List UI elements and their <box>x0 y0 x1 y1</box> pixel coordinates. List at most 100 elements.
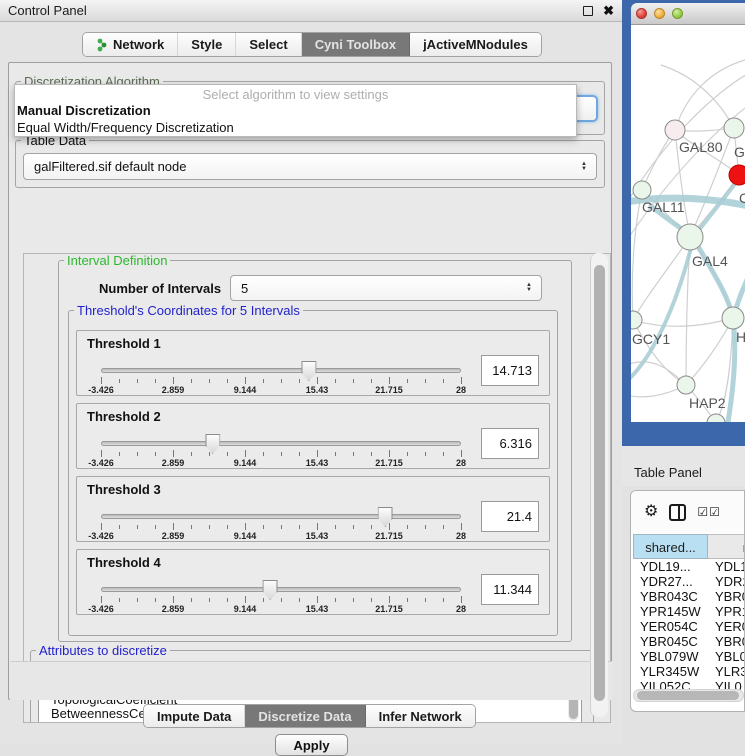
tick-label: 9.144 <box>234 385 257 395</box>
network-edge-highlighted[interactable] <box>694 239 733 317</box>
network-node-gal11[interactable] <box>633 181 651 199</box>
close-traffic-light-icon[interactable] <box>636 8 647 19</box>
table-data-value: galFiltered.sif default node <box>34 159 186 174</box>
cyni-content-box: Discretization Algorithm Table Data galF… <box>8 62 612 700</box>
apply-button[interactable]: Apply <box>275 734 348 756</box>
float-window-icon[interactable] <box>583 6 593 16</box>
tick-label: 2.859 <box>162 458 185 468</box>
network-node-c[interactable] <box>729 165 745 185</box>
number-of-intervals-label: Number of Intervals <box>96 281 224 296</box>
table-row[interactable]: YBR045CYBR0 <box>633 634 745 649</box>
tab-network[interactable]: Network <box>83 33 178 56</box>
network-edge[interactable] <box>632 190 642 320</box>
tab-impute-data[interactable]: Impute Data <box>144 705 245 727</box>
tick-label: -3.426 <box>88 604 114 614</box>
threshold-value-input[interactable] <box>481 428 539 459</box>
network-node-hap2[interactable] <box>677 376 695 394</box>
network-edge[interactable] <box>633 320 686 385</box>
network-node-gal4[interactable] <box>677 224 703 250</box>
network-view-canvas[interactable]: GAL80G.CGAL11GAL4GCY1HHAP2 <box>631 25 745 422</box>
table-data-combobox[interactable]: galFiltered.sif default node ▲▼ <box>23 153 597 180</box>
zoom-traffic-light-icon[interactable] <box>672 8 683 19</box>
slider-track[interactable] <box>101 441 461 446</box>
table-header-row: shared... na <box>633 534 745 559</box>
number-of-intervals-spinner[interactable]: 5 ▲▼ <box>230 275 542 301</box>
split-columns-icon[interactable] <box>669 504 686 521</box>
tick-label: -3.426 <box>88 531 114 541</box>
node-label: C <box>739 190 745 206</box>
close-icon[interactable]: ✖ <box>603 6 614 16</box>
threshold-value-input[interactable] <box>481 574 539 605</box>
threshold-slider[interactable]: -3.4262.8599.14415.4321.71528 <box>101 507 461 541</box>
threshold-slider[interactable]: -3.4262.8599.14415.4321.71528 <box>101 361 461 395</box>
tab-cyni-toolbox[interactable]: Cyni Toolbox <box>302 33 410 56</box>
tab-select[interactable]: Select <box>236 33 301 56</box>
network-edge[interactable] <box>686 318 733 385</box>
minimize-traffic-light-icon[interactable] <box>654 8 665 19</box>
node-label: G. <box>734 144 745 160</box>
cell-shared-name: YDR27... <box>633 574 708 589</box>
cell-name: YBR0 <box>708 589 745 604</box>
tab-label: Network <box>113 37 164 52</box>
table-row[interactable]: YBL079WYBL0 <box>633 649 745 664</box>
tab-infer-network[interactable]: Infer Network <box>366 705 475 727</box>
tab-label: Impute Data <box>157 709 231 724</box>
table-row[interactable]: YLR345WYLR3 <box>633 664 745 679</box>
node-table[interactable]: shared... na YDL19...YDL1YDR27...YDR2YBR… <box>633 534 745 694</box>
slider-track[interactable] <box>101 368 461 373</box>
table-horizontal-scrollbar[interactable] <box>633 689 744 702</box>
table-row[interactable]: YDL19...YDL1 <box>633 559 745 574</box>
network-node[interactable] <box>707 414 725 422</box>
tab-discretize-data[interactable]: Discretize Data <box>245 705 365 727</box>
checkbox-icons[interactable]: ☑☑ <box>697 505 721 519</box>
table-row[interactable]: YER054CYER0 <box>633 619 745 634</box>
slider-track[interactable] <box>101 587 461 592</box>
threshold-box-2: Threshold 2-3.4262.8599.14415.4321.71528 <box>76 403 550 469</box>
table-row[interactable]: YPR145WYPR1 <box>633 604 745 619</box>
column-header-shared-name[interactable]: shared... <box>633 534 708 559</box>
settings-scroll-region: Interval Definition Number of Intervals … <box>23 253 611 723</box>
threshold-slider[interactable]: -3.4262.8599.14415.4321.71528 <box>101 434 461 468</box>
network-node-gcy1[interactable] <box>631 311 642 329</box>
network-edge[interactable] <box>633 318 733 326</box>
main-scrollbar-thumb[interactable] <box>594 265 605 701</box>
threshold-value-input[interactable] <box>481 355 539 386</box>
network-edge[interactable] <box>661 65 734 128</box>
cell-name: YBL0 <box>708 649 745 664</box>
tab-jactivemnodules[interactable]: jActiveMNodules <box>410 33 541 56</box>
network-edge[interactable] <box>690 237 733 318</box>
table-row[interactable]: YDR27...YDR2 <box>633 574 745 589</box>
network-node-h[interactable] <box>722 307 744 329</box>
apply-row <box>10 661 612 700</box>
threshold-box-4: Threshold 4-3.4262.8599.14415.4321.71528 <box>76 549 550 615</box>
network-node-g[interactable] <box>724 118 744 138</box>
cell-name: YLR3 <box>708 664 745 679</box>
cell-shared-name: YPR145W <box>633 604 708 619</box>
tick-label: 15.43 <box>306 385 329 395</box>
table-hscroll-thumb[interactable] <box>637 691 739 700</box>
cell-shared-name: YBR045C <box>633 634 708 649</box>
control-panel: Control Panel ✖ NetworkStyleSelectCyni T… <box>0 0 622 745</box>
threshold-label: Threshold 1 <box>87 336 161 351</box>
tab-style[interactable]: Style <box>178 33 236 56</box>
thresholds-group-label: Threshold's Coordinates for 5 Intervals <box>74 303 303 318</box>
tick-label: 9.144 <box>234 604 257 614</box>
tick-label: 28 <box>456 458 466 468</box>
dropdown-option-manual[interactable]: Manual Discretization <box>15 102 576 119</box>
tick-label: 15.43 <box>306 458 329 468</box>
network-node-gal80[interactable] <box>665 120 685 140</box>
network-edge-highlighted[interactable] <box>631 240 693 381</box>
column-header-name[interactable]: na <box>708 534 745 559</box>
slider-track[interactable] <box>101 514 461 519</box>
main-scrollbar[interactable] <box>590 253 608 717</box>
combo-arrows-icon: ▲▼ <box>581 162 587 172</box>
threshold-value-input[interactable] <box>481 501 539 532</box>
gear-icon[interactable]: ⚙ <box>644 504 658 520</box>
cell-shared-name: YLR345W <box>633 664 708 679</box>
dropdown-option-equal-width[interactable]: Equal Width/Frequency Discretization <box>15 119 576 136</box>
number-of-intervals-value: 5 <box>241 281 248 296</box>
table-row[interactable]: YBR043CYBR0 <box>633 589 745 604</box>
tab-label: Discretize Data <box>258 709 351 724</box>
threshold-slider[interactable]: -3.4262.8599.14415.4321.71528 <box>101 580 461 614</box>
tick-label: 28 <box>456 604 466 614</box>
